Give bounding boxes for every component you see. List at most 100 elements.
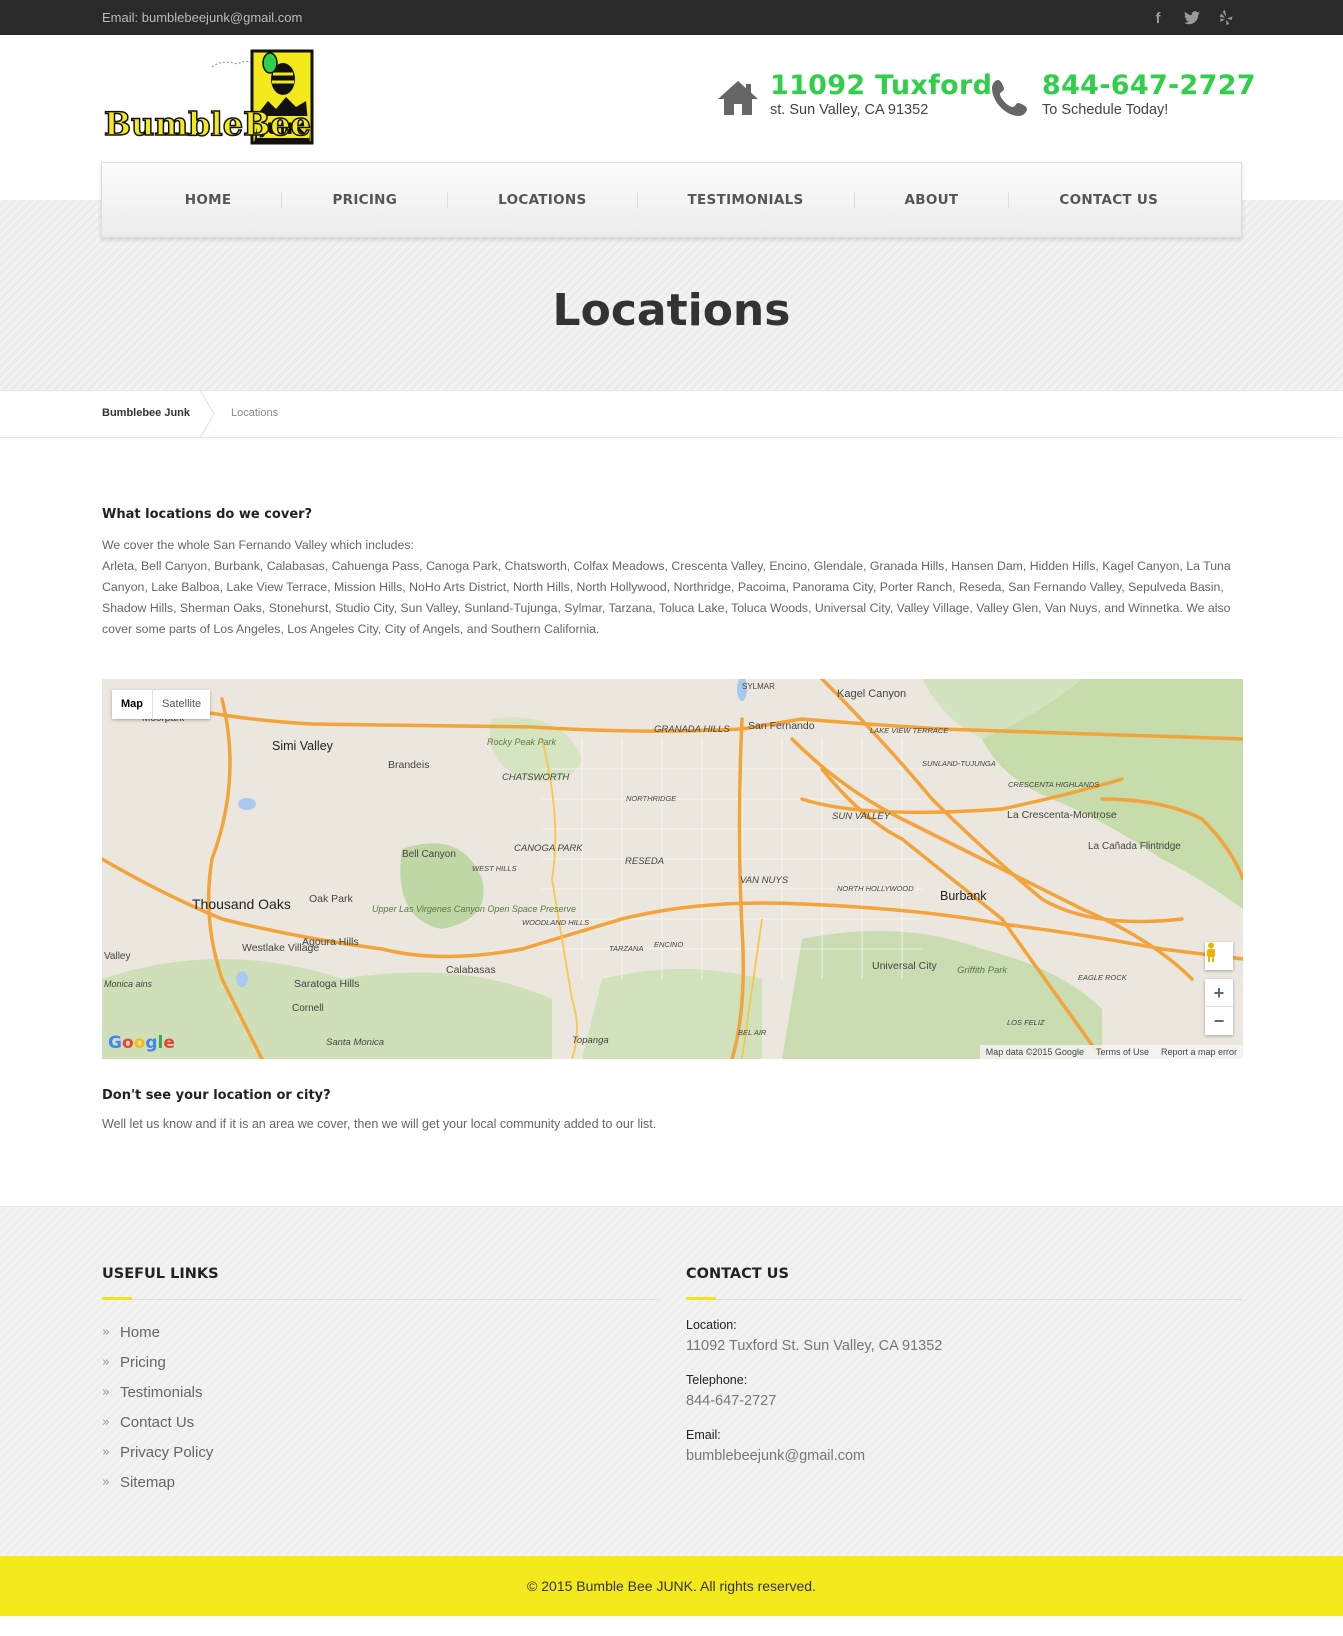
footer-contact-title: CONTACT US <box>686 1266 789 1282</box>
nav-about[interactable]: ABOUT <box>855 192 1009 208</box>
main-nav: HOME PRICING LOCATIONS TESTIMONIALS ABOU… <box>101 162 1242 238</box>
svg-text:GRANADA HILLS: GRANADA HILLS <box>654 724 730 735</box>
logo-brand-text: BumbleBee <box>104 105 311 143</box>
map-tab-map[interactable]: Map <box>112 690 153 719</box>
zoom-out-button[interactable]: − <box>1205 1007 1233 1035</box>
svg-text:LOS FELIZ: LOS FELIZ <box>1007 1018 1045 1027</box>
svg-text:Upper Las Virgenes Canyon Open: Upper Las Virgenes Canyon Open Space Pre… <box>372 904 576 914</box>
svg-text:BEL AIR: BEL AIR <box>738 1028 767 1037</box>
topbar-email[interactable]: Email: bumblebeejunk@gmail.com <box>102 10 302 25</box>
facebook-icon[interactable]: f <box>1141 7 1175 29</box>
useful-links-accent <box>102 1297 132 1300</box>
svg-text:San Fernando: San Fernando <box>748 720 815 732</box>
google-logo[interactable]: Google <box>108 1033 175 1053</box>
footer-link-pricing[interactable]: » Pricing <box>102 1347 213 1377</box>
svg-text:Westlake Village: Westlake Village <box>242 942 319 954</box>
svg-text:CANOGA PARK: CANOGA PARK <box>514 843 583 854</box>
phone-icon <box>992 80 1027 116</box>
svg-text:Bell Canyon: Bell Canyon <box>402 849 456 860</box>
map-report-error-link[interactable]: Report a map error <box>1161 1045 1237 1059</box>
map-tab-satellite[interactable]: Satellite <box>153 690 210 719</box>
useful-links-title: USEFUL LINKS <box>102 1266 219 1282</box>
breadcrumb-current: Locations <box>231 407 279 419</box>
footer-location-value: 11092 Tuxford St. Sun Valley, CA 91352 <box>686 1338 943 1354</box>
google-map[interactable]: SYLMAR Kagel Canyon Moorpark San Fernand… <box>102 679 1243 1059</box>
svg-text:LAKE VIEW TERRACE: LAKE VIEW TERRACE <box>870 726 949 735</box>
missing-location-heading: Don't see your location or city? <box>102 1088 331 1103</box>
home-icon <box>718 81 758 115</box>
header-phone-number[interactable]: 844-647-2727 <box>1042 70 1256 101</box>
twitter-icon[interactable] <box>1175 7 1209 29</box>
footer-link-testimonials[interactable]: » Testimonials <box>102 1377 213 1407</box>
footer-link-home[interactable]: » Home <box>102 1317 213 1347</box>
nav-pricing[interactable]: PRICING <box>282 192 447 208</box>
chevron-right-icon: » <box>102 1414 110 1430</box>
footer-email: Email: bumblebeejunk@gmail.com <box>686 1428 865 1464</box>
chevron-right-icon: » <box>102 1324 110 1340</box>
svg-text:Brandeis: Brandeis <box>388 759 429 771</box>
svg-text:Calabasas: Calabasas <box>446 964 496 976</box>
footer-contact-accent <box>686 1297 716 1300</box>
header-address-street: 11092 Tuxford <box>770 70 993 101</box>
chevron-right-icon: » <box>102 1474 110 1490</box>
map-data-credit: Map data ©2015 Google <box>985 1047 1084 1057</box>
svg-text:Kagel Canyon: Kagel Canyon <box>837 688 906 700</box>
header-phone-cta: To Schedule Today! <box>1042 102 1169 119</box>
page-title: Locations <box>552 285 791 336</box>
copyright-bar: © 2015 Bumble Bee JUNK. All rights reser… <box>0 1556 1343 1616</box>
useful-links-list: » Home » Pricing » Testimonials » Contact Us… <box>102 1317 213 1497</box>
svg-text:Rocky Peak Park: Rocky Peak Park <box>487 737 557 747</box>
yelp-icon[interactable] <box>1209 7 1243 29</box>
social-links: f <box>1141 7 1243 29</box>
footer-link-sitemap[interactable]: » Sitemap <box>102 1467 213 1497</box>
locations-heading: What locations do we cover? <box>102 507 313 522</box>
useful-links-divider <box>102 1299 657 1300</box>
street-view-pegman-icon[interactable] <box>1205 942 1233 970</box>
svg-text:EAGLE ROCK: EAGLE ROCK <box>1078 973 1128 982</box>
svg-text:Santa Monica: Santa Monica <box>326 1037 384 1048</box>
svg-text:Oak Park: Oak Park <box>309 893 354 905</box>
footer-link-contact-us[interactable]: » Contact Us <box>102 1407 213 1437</box>
svg-text:WEST HILLS: WEST HILLS <box>472 864 517 873</box>
locations-intro: We cover the whole San Fernando Valley w… <box>102 535 1244 640</box>
nav-home[interactable]: HOME <box>135 192 282 208</box>
svg-text:Cornell: Cornell <box>292 1003 324 1014</box>
nav-testimonials[interactable]: TESTIMONIALS <box>638 192 854 208</box>
map-canvas[interactable]: SYLMAR Kagel Canyon Moorpark San Fernand… <box>102 679 1243 1059</box>
breadcrumb-home[interactable]: Bumblebee Junk <box>102 407 190 419</box>
footer-telephone-value[interactable]: 844-647-2727 <box>686 1393 776 1409</box>
nav-locations[interactable]: LOCATIONS <box>448 192 636 208</box>
footer-contact-divider <box>686 1299 1242 1300</box>
svg-text:NORTH HOLLYWOOD: NORTH HOLLYWOOD <box>837 884 914 893</box>
svg-text:TARZANA: TARZANA <box>609 944 643 953</box>
footer-email-value[interactable]: bumblebeejunk@gmail.com <box>686 1448 865 1464</box>
footer-location: Location: 11092 Tuxford St. Sun Valley, … <box>686 1318 942 1354</box>
svg-text:Monica ains: Monica ains <box>104 979 153 989</box>
footer-email-label: Email: <box>686 1428 721 1442</box>
svg-text:SUN VALLEY: SUN VALLEY <box>832 811 891 822</box>
nav-contact-us[interactable]: CONTACT US <box>1009 192 1208 208</box>
svg-text:SUNLAND-TUJUNGA: SUNLAND-TUJUNGA <box>922 759 996 768</box>
svg-text:Valley: Valley <box>104 951 131 962</box>
svg-text:Griffith Park: Griffith Park <box>957 965 1008 976</box>
header-address-city: st. Sun Valley, CA 91352 <box>770 102 929 119</box>
site-logo[interactable]: JUNK BumbleBee <box>102 49 322 149</box>
svg-text:CRESCENTA HIGHLANDS: CRESCENTA HIGHLANDS <box>1008 780 1099 789</box>
footer-link-privacy-policy[interactable]: » Privacy Policy <box>102 1437 213 1467</box>
svg-text:ENCINO: ENCINO <box>654 940 683 949</box>
missing-location-text: Well let us know and if it is an area we… <box>102 1117 657 1131</box>
svg-text:La Crescenta-Montrose: La Crescenta-Montrose <box>1007 809 1117 821</box>
svg-text:WOODLAND HILLS: WOODLAND HILLS <box>522 918 589 927</box>
svg-text:RESEDA: RESEDA <box>625 856 664 867</box>
svg-text:Simi Valley: Simi Valley <box>272 739 334 753</box>
map-terms-link[interactable]: Terms of Use <box>1096 1045 1149 1059</box>
svg-text:Universal City: Universal City <box>872 960 938 972</box>
chevron-right-icon: » <box>102 1384 110 1400</box>
header-phone: 844-647-2727 To Schedule Today! <box>988 70 1256 120</box>
header-address: 11092 Tuxford st. Sun Valley, CA 91352 <box>716 70 992 120</box>
svg-text:Saratoga Hills: Saratoga Hills <box>294 978 359 990</box>
zoom-in-button[interactable]: + <box>1205 979 1233 1007</box>
svg-text:Thousand Oaks: Thousand Oaks <box>192 896 291 912</box>
chevron-right-icon: » <box>102 1354 110 1370</box>
breadcrumb-separator <box>200 390 215 438</box>
